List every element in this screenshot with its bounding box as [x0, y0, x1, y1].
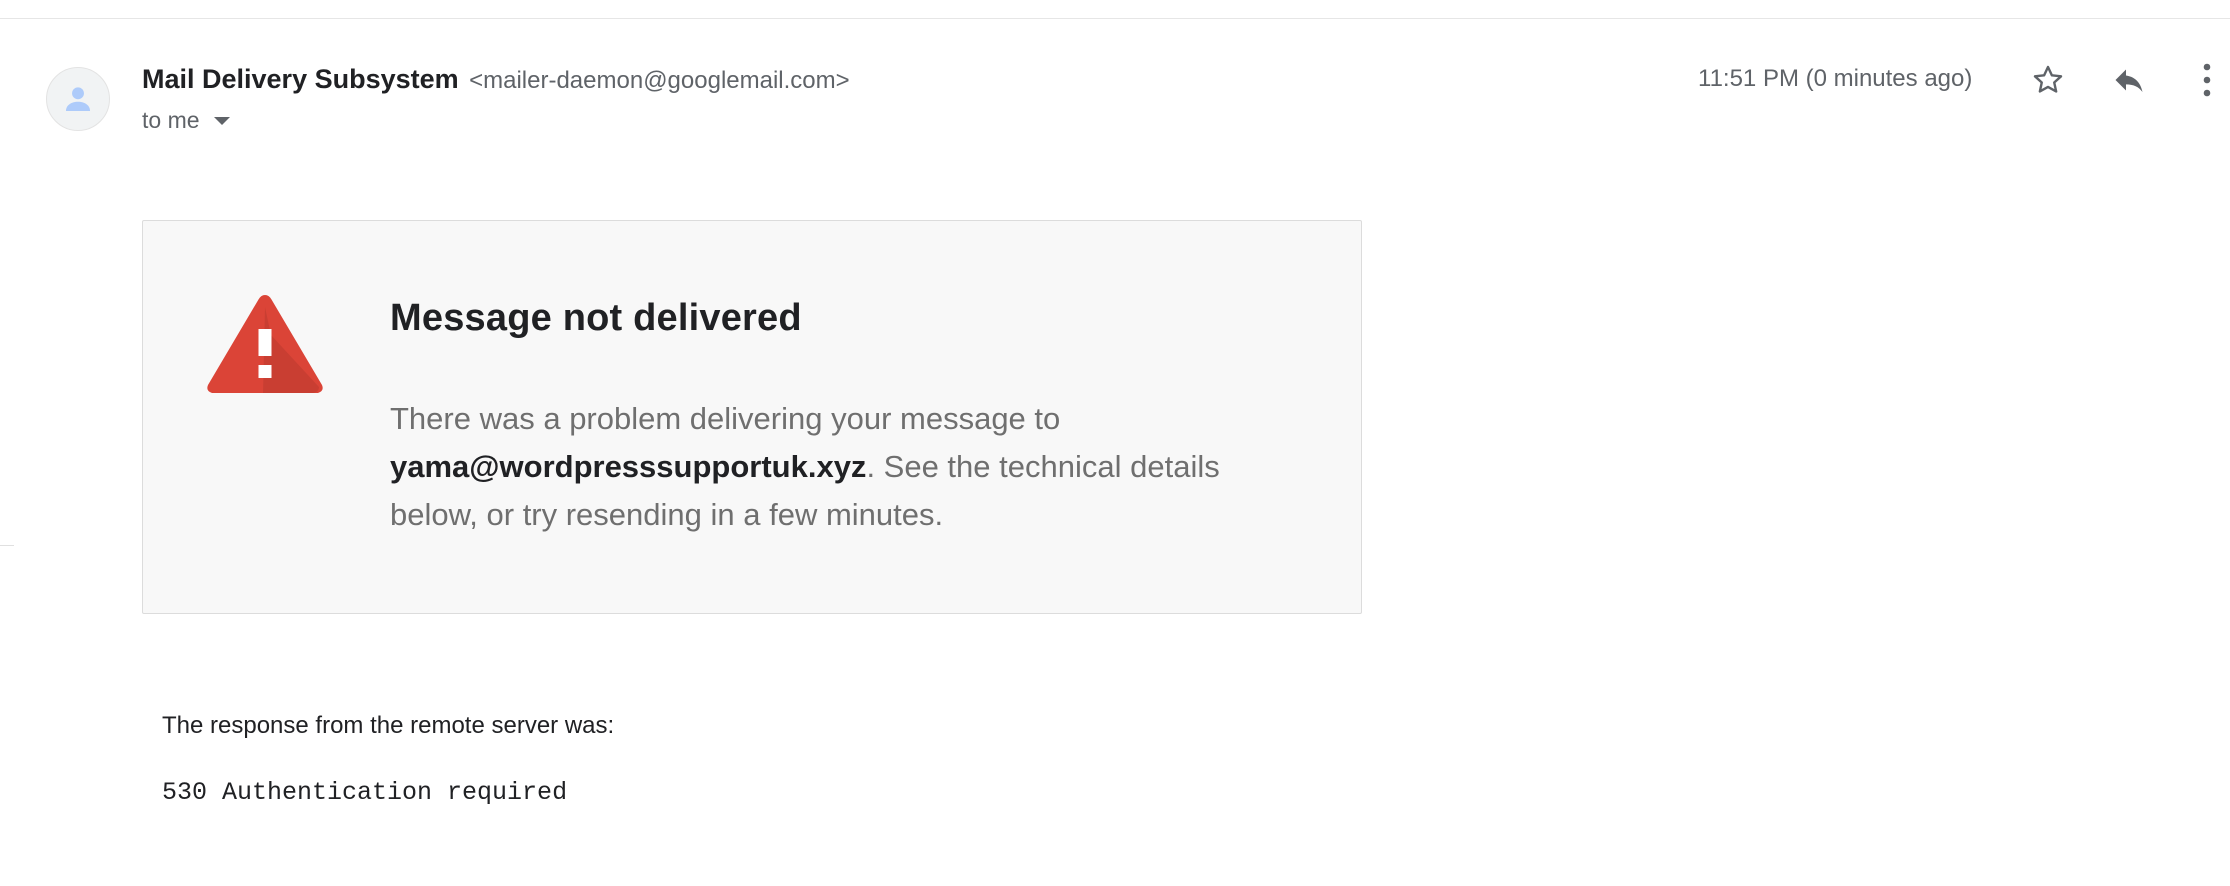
star-icon	[2033, 65, 2063, 93]
delivery-failure-card: Message not delivered There was a proble…	[142, 220, 1362, 614]
star-button[interactable]	[2025, 57, 2071, 103]
notice-body-intro: There was a problem delivering your mess…	[390, 401, 1061, 436]
top-divider	[0, 18, 2230, 19]
recipient-address: yama@wordpresssupportuk.xyz	[390, 449, 867, 484]
notice-title: Message not delivered	[390, 297, 802, 339]
server-response-code: 530 Authentication required	[162, 778, 568, 807]
sender-info: Mail Delivery Subsystem <mailer-daemon@g…	[142, 62, 850, 101]
email-view: Mail Delivery Subsystem <mailer-daemon@g…	[0, 0, 2230, 886]
reply-icon	[2115, 69, 2143, 92]
sender-avatar[interactable]	[46, 67, 110, 131]
recipient-label: to me	[142, 106, 200, 133]
more-vert-icon	[2203, 63, 2211, 97]
message-timestamp: 11:51 PM (0 minutes ago)	[1698, 65, 1973, 92]
caret-down-icon	[213, 117, 230, 125]
warning-icon	[203, 289, 327, 401]
recipient-details-toggle[interactable]: to me	[142, 104, 230, 136]
person-icon	[65, 87, 91, 112]
left-edge-marker	[0, 545, 14, 546]
server-response-label: The response from the remote server was:	[162, 712, 615, 739]
notice-body: There was a problem delivering your mess…	[390, 395, 1270, 539]
sender-name[interactable]: Mail Delivery Subsystem	[142, 64, 459, 94]
more-options-button[interactable]	[2192, 57, 2222, 103]
sender-email: <mailer-daemon@googlemail.com>	[469, 67, 850, 94]
reply-button[interactable]	[2106, 57, 2152, 103]
